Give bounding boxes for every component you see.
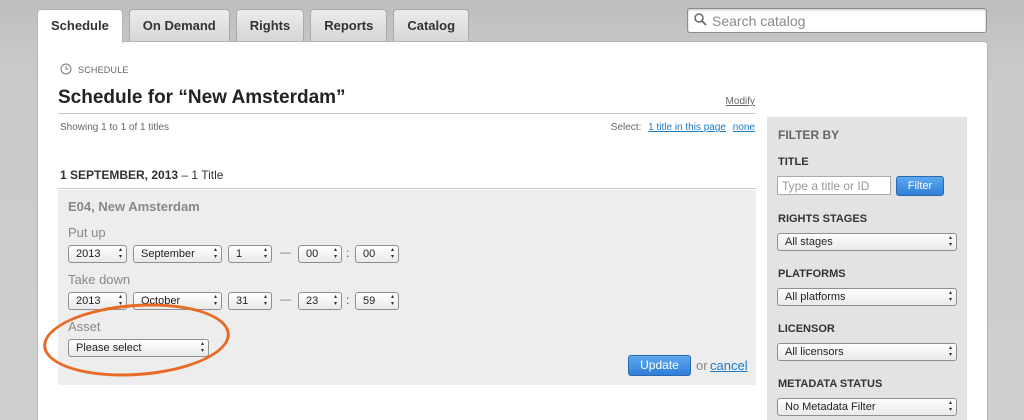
or-text: or: [696, 358, 708, 373]
filter-button[interactable]: Filter: [896, 176, 944, 196]
time-separator: —: [280, 294, 291, 306]
select-page-link[interactable]: 1 title in this page: [648, 122, 726, 133]
modify-link[interactable]: Modify: [726, 96, 755, 107]
rights-stages-label: RIGHTS STAGES: [778, 213, 868, 225]
breadcrumb-label: SCHEDULE: [78, 65, 129, 75]
cancel-link[interactable]: cancel: [710, 358, 748, 373]
put-up-minute-select[interactable]: 00: [355, 245, 399, 263]
select-links: Select: 1 title in this page none: [611, 122, 755, 133]
put-up-hour-select[interactable]: 00: [298, 245, 342, 263]
date-group-date: 1 SEPTEMBER, 2013: [60, 168, 179, 182]
put-up-label: Put up: [68, 225, 106, 240]
divider: [58, 188, 756, 189]
title-filter-input[interactable]: [777, 176, 891, 195]
time-separator: —: [280, 247, 291, 259]
time-colon: :: [346, 293, 350, 307]
put-up-day-select[interactable]: 1: [228, 245, 272, 263]
results-count: Showing 1 to 1 of 1 titles: [60, 122, 169, 133]
tab-reports[interactable]: Reports: [310, 9, 388, 41]
update-button[interactable]: Update: [628, 355, 691, 376]
title-filter-label: TITLE: [778, 156, 809, 168]
take-down-hour-select[interactable]: 23: [298, 292, 342, 310]
licensor-label: LICENSOR: [778, 323, 835, 335]
metadata-status-select[interactable]: No Metadata Filter: [777, 398, 957, 416]
metadata-status-label: METADATA STATUS: [778, 378, 883, 390]
select-label: Select:: [610, 122, 642, 133]
date-group-header: 1 SEPTEMBER, 2013 – 1 Title: [60, 168, 223, 182]
clock-icon: [60, 63, 72, 77]
divider: [58, 113, 756, 114]
main-tabs: Schedule On Demand Rights Reports Catalo…: [37, 9, 470, 43]
take-down-day-select[interactable]: 31: [228, 292, 272, 310]
rights-stages-select[interactable]: All stages: [777, 233, 957, 251]
take-down-label: Take down: [68, 272, 131, 287]
time-colon: :: [346, 246, 350, 260]
select-none-link[interactable]: none: [733, 122, 755, 133]
put-up-month-select[interactable]: September: [133, 245, 222, 263]
take-down-minute-select[interactable]: 59: [355, 292, 399, 310]
tab-on-demand[interactable]: On Demand: [128, 9, 230, 41]
search-box[interactable]: [687, 8, 987, 33]
tab-schedule[interactable]: Schedule: [37, 9, 123, 43]
episode-title: E04, New Amsterdam: [68, 199, 200, 214]
tab-rights[interactable]: Rights: [235, 9, 305, 41]
page-title: Schedule for “New Amsterdam”: [58, 87, 346, 108]
put-up-year-select[interactable]: 2013: [68, 245, 127, 263]
date-group-count: – 1 Title: [178, 168, 224, 182]
search-input[interactable]: [712, 12, 972, 29]
platforms-select[interactable]: All platforms: [777, 288, 957, 306]
filter-sidebar: FILTER BY TITLE Filter RIGHTS STAGES All…: [767, 117, 967, 420]
breadcrumb: SCHEDULE: [60, 63, 129, 77]
platforms-label: PLATFORMS: [778, 268, 846, 280]
tab-catalog[interactable]: Catalog: [393, 9, 470, 41]
filter-heading: FILTER BY: [778, 128, 840, 142]
licensor-select[interactable]: All licensors: [777, 343, 957, 361]
search-icon: [694, 12, 707, 29]
